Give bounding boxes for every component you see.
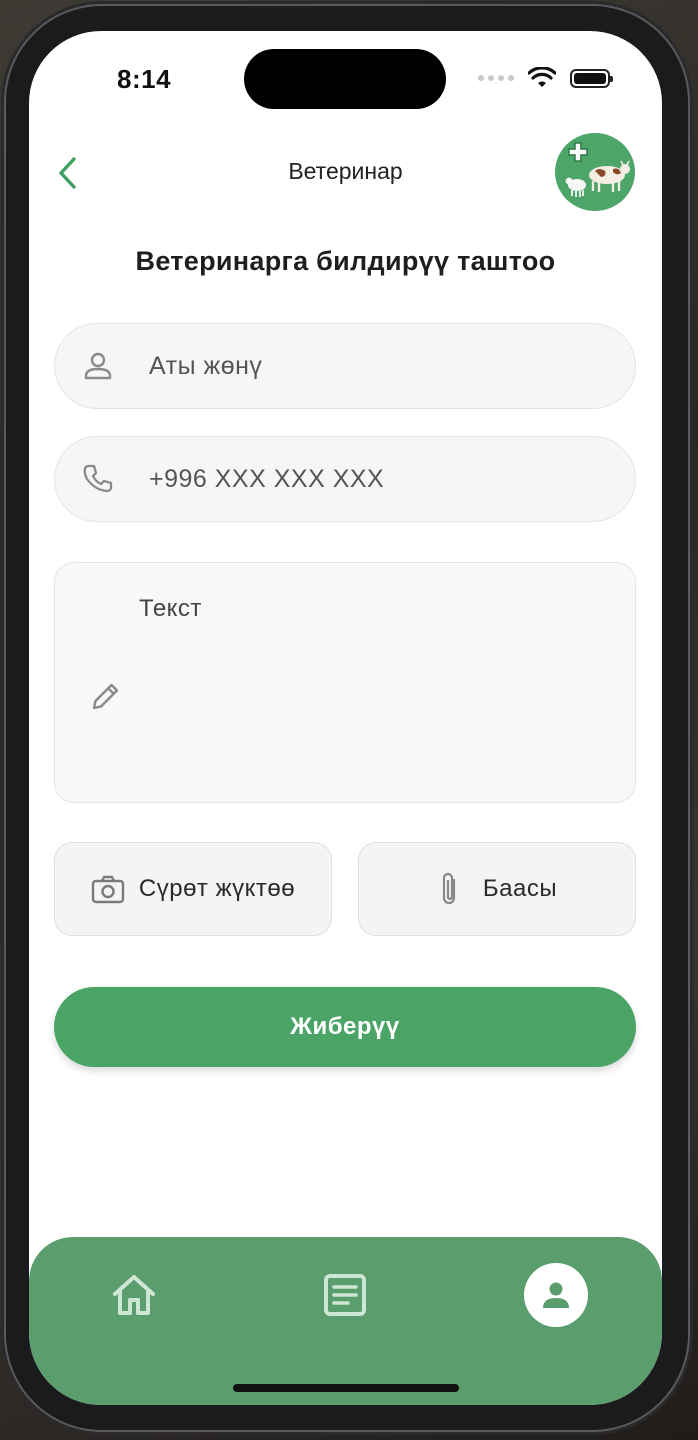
app-screen: 8:14 Ветеринар Ветеринарга билдирүү ташт… [29,31,662,1405]
livestock-logo-icon [565,142,630,197]
bottom-nav [29,1237,662,1405]
attach-file-button[interactable]: Баасы [358,842,636,936]
profile-icon [543,1282,569,1308]
nav-documents[interactable] [313,1263,377,1327]
phone-field-placeholder: +996 XXX XXX XXX [149,464,385,493]
message-placeholder: Текст [139,595,202,622]
home-icon [113,1275,155,1315]
nav-home[interactable] [102,1263,166,1327]
paperclip-icon [442,872,455,905]
camera-icon [91,875,125,904]
home-indicator [233,1384,459,1392]
battery-icon [570,68,613,88]
person-icon [55,351,141,381]
nav-profile-active-bg [524,1263,588,1327]
signal-icon [478,75,514,81]
document-icon [324,1274,366,1316]
submit-button[interactable]: Жиберүү [54,987,636,1067]
wifi-icon [528,67,556,87]
pencil-icon [89,679,123,718]
dynamic-island [244,49,446,109]
status-time: 8:14 [117,64,172,94]
vet-logo [555,133,635,211]
upload-photo-label: Сүрөт жүктөө [138,875,296,902]
message-textarea[interactable]: Текст [54,562,636,803]
name-field-placeholder: Аты жөнү [149,351,263,380]
upload-photo-button[interactable]: Сүрөт жүктөө [54,842,332,936]
phone-field[interactable]: +996 XXX XXX XXX [54,436,636,522]
page-heading: Ветеринарга билдирүү таштоо [135,246,556,276]
attach-file-label: Баасы [482,875,558,902]
nav-profile[interactable] [524,1263,588,1327]
name-field[interactable]: Аты жөнү [54,323,636,409]
submit-label: Жиберүү [290,1013,400,1040]
status-indicators [478,67,613,89]
phone-icon [55,463,141,495]
